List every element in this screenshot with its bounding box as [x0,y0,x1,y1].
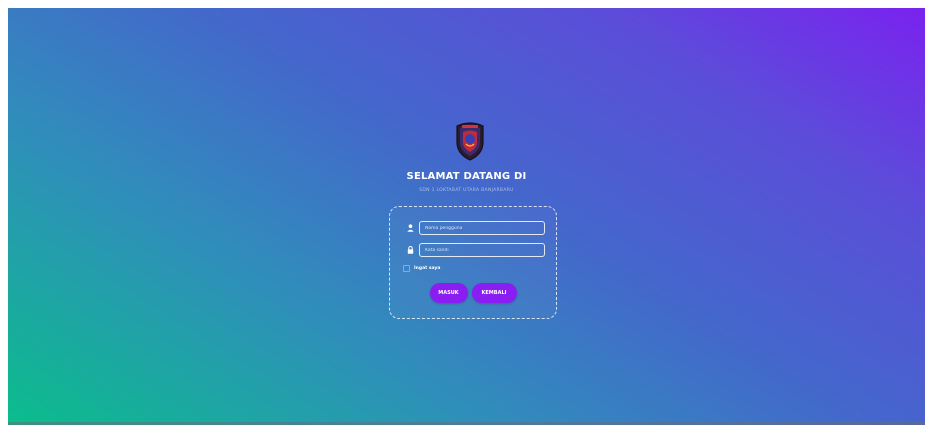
user-icon [405,222,415,234]
username-input[interactable] [419,221,545,235]
school-emblem-icon [453,120,487,162]
remember-me-label[interactable]: Ingat saya [414,266,440,271]
login-page-background: SELAMAT DATANG DI SDN 1 LOKTABAT UTARA B… [8,8,925,425]
page-title: SELAMAT DATANG DI [406,171,527,182]
button-row: MASUK KEMBALI [390,283,556,303]
remember-me-row: Ingat saya [403,265,440,272]
lock-icon [405,244,415,256]
login-form-card: Ingat saya MASUK KEMBALI [389,206,557,319]
password-row [405,243,545,257]
page-subtitle: SDN 1 LOKTABAT UTARA BANJARBARU [419,188,514,193]
bottom-edge [8,422,925,425]
back-button[interactable]: KEMBALI [471,283,517,303]
password-input[interactable] [419,243,545,257]
username-row [405,221,545,235]
remember-me-checkbox[interactable] [403,265,410,272]
login-button[interactable]: MASUK [429,283,468,303]
